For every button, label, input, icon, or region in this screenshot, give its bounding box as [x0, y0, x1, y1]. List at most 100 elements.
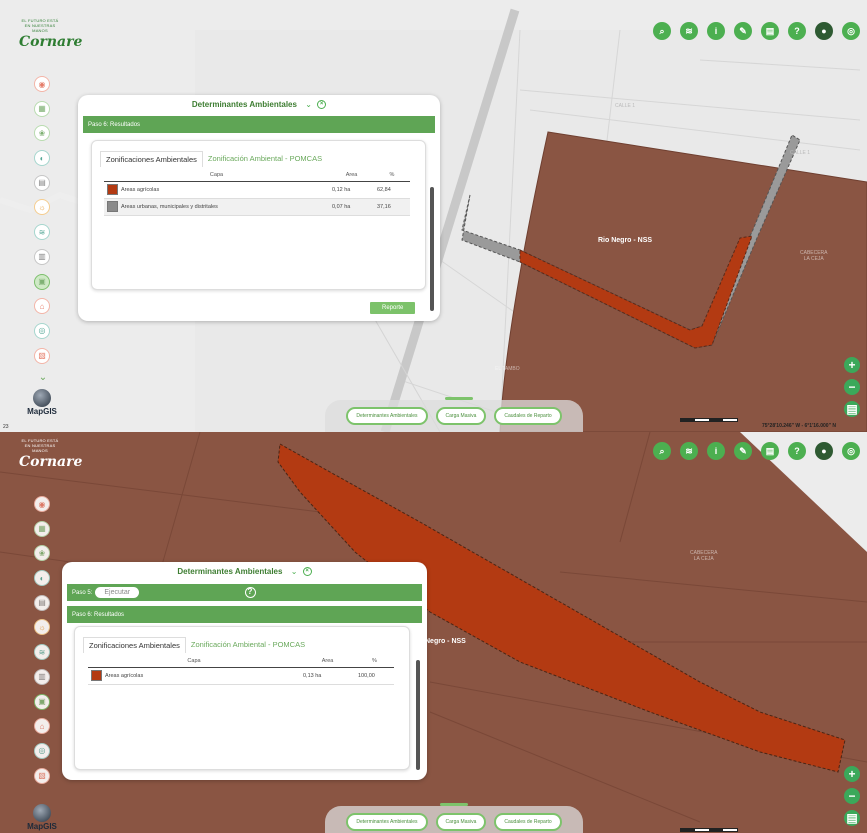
panel-title-text: Determinantes Ambientales	[191, 100, 297, 109]
zoom-in-icon[interactable]: +	[844, 766, 860, 782]
rail-btn-8-icon[interactable]: ▥	[34, 668, 50, 685]
tab-zonificaciones[interactable]: Zonificaciones Ambientales	[83, 637, 186, 653]
tab-determinantes[interactable]: Determinantes Ambientales	[346, 407, 428, 425]
rail-btn-5-icon[interactable]: ▤	[34, 174, 50, 191]
cell-area: 0,12 ha	[329, 181, 374, 199]
panel-title: Determinantes Ambientales ⌄ ×	[62, 567, 427, 577]
left-rail-bottom: ◉ ▦ ❀ ◐ ▤ ☼ ≋ ▥ ▣ ⌂ ◎ ▧	[34, 496, 52, 792]
scrollbar[interactable]	[416, 660, 420, 770]
measure-icon[interactable]: ✎	[734, 22, 752, 40]
chevron-down-icon[interactable]: ⌄	[305, 100, 312, 109]
rail-btn-9-icon[interactable]: ▣	[34, 273, 50, 290]
coordinates-readout: 75°28'10.246" W - 6°1'16.000" N	[762, 423, 836, 429]
tab-pomcas[interactable]: Zonificación Ambiental - POMCAS	[186, 637, 310, 653]
print-icon[interactable]: ▤	[761, 22, 779, 40]
rail-btn-4-icon[interactable]: ◐	[34, 150, 50, 167]
cabecera-sub: LA CEJA	[693, 556, 714, 562]
rail-btn-12-icon[interactable]: ▧	[34, 767, 50, 784]
rail-btn-7-icon[interactable]: ≋	[34, 224, 50, 241]
step6-bar[interactable]: Paso 6: Resultados	[67, 606, 422, 623]
rail-btn-2-icon[interactable]: ▦	[34, 100, 50, 117]
user-icon[interactable]: ◎	[842, 22, 860, 40]
rail-btn-1-icon[interactable]: ◉	[34, 76, 50, 92]
close-icon[interactable]: ×	[302, 567, 312, 577]
cornare-logo-bottom[interactable]: EL FUTURO ESTÁ EN NUESTRAS MANOS Cornare	[14, 438, 82, 482]
rail-btn-8-icon[interactable]: ▥	[34, 248, 50, 265]
table-row: Areas agrícolas 0,13 ha 100,00	[88, 667, 394, 685]
print-icon[interactable]: ▤	[761, 442, 779, 460]
step6-bar[interactable]: Paso 6: Resultados	[83, 116, 435, 133]
rail-btn-7-icon[interactable]: ≋	[34, 644, 50, 661]
panel-title: Determinantes Ambientales ⌄ ×	[78, 100, 440, 110]
zoom-out-icon[interactable]: −	[844, 379, 860, 395]
rail-btn-5-icon[interactable]: ▤	[34, 594, 50, 611]
tab-determinantes[interactable]: Determinantes Ambientales	[346, 813, 428, 831]
user-icon[interactable]: ◎	[842, 442, 860, 460]
rail-btn-11-icon[interactable]: ◎	[34, 742, 50, 759]
close-icon[interactable]: ×	[317, 100, 327, 110]
logo-text: Cornare	[19, 34, 83, 50]
cell-capa-text: Areas agrícolas	[121, 186, 160, 193]
rail-btn-12-icon[interactable]: ▧	[34, 347, 50, 364]
rail-btn-3-icon[interactable]: ❀	[34, 125, 50, 142]
help-icon[interactable]: ?	[244, 587, 256, 598]
rail-btn-10-icon[interactable]: ⌂	[34, 718, 50, 735]
cell-capa: Areas agrícolas	[104, 181, 329, 199]
report-button[interactable]: Reporte	[370, 302, 416, 314]
search-icon[interactable]: ⌕	[653, 442, 671, 460]
rail-btn-9-icon[interactable]: ▣	[34, 693, 50, 710]
rail-btn-6-icon[interactable]: ☼	[34, 619, 50, 636]
layers-icon[interactable]: ≋	[680, 22, 698, 40]
globe-icon	[33, 804, 51, 822]
street-label-1: CALLE 1	[615, 103, 636, 109]
search-icon[interactable]: ⌕	[653, 22, 671, 40]
cabecera-sub: LA CEJA	[803, 256, 824, 262]
cell-capa: Areas agrícolas	[88, 667, 300, 685]
rail-btn-11-icon[interactable]: ◎	[34, 322, 50, 339]
help-icon[interactable]: ?	[788, 442, 806, 460]
tab-zonificaciones[interactable]: Zonificaciones Ambientales	[100, 151, 203, 167]
bottom-tabbar-top: Determinantes Ambientales Carga Masiva C…	[325, 397, 583, 432]
basemap-icon[interactable]: ●	[815, 442, 833, 460]
info-icon[interactable]: i	[707, 442, 725, 460]
scrollbar[interactable]	[430, 187, 434, 311]
tab-pomcas[interactable]: Zonificación Ambiental - POMCAS	[203, 151, 327, 167]
results-tabs: Zonificaciones Ambientales Zonificación …	[100, 151, 327, 167]
globe-icon	[33, 389, 51, 407]
measure-icon[interactable]: ✎	[734, 442, 752, 460]
cell-capa: Areas urbanas, municipales y distritales	[104, 198, 329, 216]
rail-btn-3-icon[interactable]: ❀	[34, 545, 50, 562]
step5-label: Paso 5:	[72, 589, 93, 596]
zoom-out-icon[interactable]: −	[844, 788, 860, 804]
determinantes-panel-top: Determinantes Ambientales ⌄ × Paso 6: Re…	[78, 95, 440, 321]
tab-caudales[interactable]: Caudales de Reparto	[494, 813, 562, 831]
legend-icon[interactable]: ▤	[844, 401, 860, 417]
swatch-urbana	[107, 201, 118, 212]
map-view-bottom[interactable]: EL FUTURO ESTÁ EN NUESTRAS MANOS Cornare…	[0, 432, 867, 833]
rail-btn-4-icon[interactable]: ◐	[34, 570, 50, 587]
chevron-down-icon[interactable]: ⌄	[34, 372, 52, 383]
chevron-down-icon[interactable]: ⌄	[291, 567, 298, 576]
tab-carga-masiva[interactable]: Carga Masiva	[435, 813, 487, 831]
rail-btn-2-icon[interactable]: ▦	[34, 520, 50, 537]
map-view-top[interactable]: EL FUTURO ESTÁ EN NUESTRAS MANOS Cornare…	[0, 0, 867, 432]
corner-number: 23	[3, 424, 9, 430]
active-indicator	[440, 803, 468, 806]
help-icon[interactable]: ?	[788, 22, 806, 40]
cornare-logo[interactable]: EL FUTURO ESTÁ EN NUESTRAS MANOS Cornare	[14, 18, 82, 62]
basemap-icon[interactable]: ●	[815, 22, 833, 40]
legend-icon[interactable]: ▤	[844, 810, 860, 826]
col-capa: Capa	[88, 655, 300, 668]
zoom-in-icon[interactable]: +	[844, 357, 860, 373]
results-card: Zonificaciones Ambientales Zonificación …	[74, 626, 410, 770]
col-pct: %	[374, 169, 410, 182]
info-icon[interactable]: i	[707, 22, 725, 40]
tab-caudales[interactable]: Caudales de Reparto	[494, 407, 562, 425]
rail-btn-10-icon[interactable]: ⌂	[34, 298, 50, 315]
rail-btn-1-icon[interactable]: ◉	[34, 496, 50, 512]
execute-button[interactable]: Ejecutar	[95, 587, 140, 598]
step5-bar: Paso 5: Ejecutar ?	[67, 584, 422, 601]
rail-btn-6-icon[interactable]: ☼	[34, 199, 50, 216]
tab-carga-masiva[interactable]: Carga Masiva	[435, 407, 487, 425]
layers-icon[interactable]: ≋	[680, 442, 698, 460]
